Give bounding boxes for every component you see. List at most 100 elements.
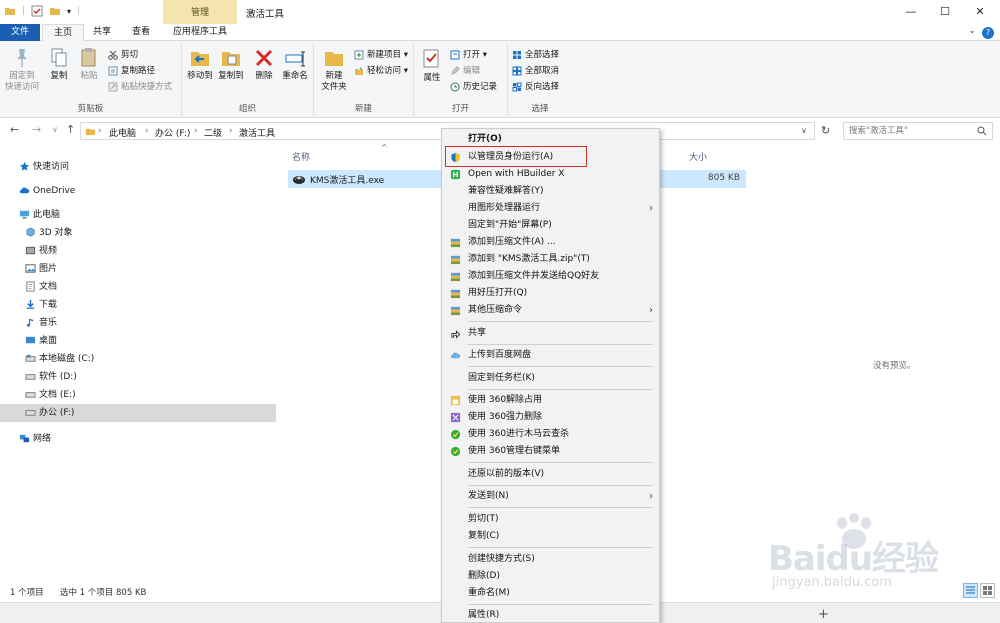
tab-application-tools[interactable]: 应用程序工具 — [163, 24, 237, 41]
menu-item-create-shortcut[interactable]: 创建快捷方式(S) — [442, 551, 659, 568]
paste-shortcut-button[interactable]: 粘贴快捷方式 — [108, 80, 172, 94]
column-header-name[interactable]: 名称 — [292, 150, 310, 163]
menu-item-360-unlock[interactable]: 使用 360解除占用 — [442, 392, 659, 409]
cut-button[interactable]: 剪切 — [108, 48, 138, 62]
refresh-icon[interactable]: ↻ — [821, 124, 830, 137]
menu-item-compat-troubleshoot[interactable]: 兼容性疑难解答(Y) — [442, 183, 659, 200]
menu-item-cut[interactable]: 剪切(T) — [442, 511, 659, 528]
paste-button[interactable]: 粘贴 — [76, 47, 102, 82]
move-to-button[interactable]: 移动到 — [185, 47, 215, 82]
large-icons-view-button[interactable] — [980, 583, 995, 598]
pin-quick-access-button[interactable]: 固定到 快速访问 — [4, 47, 40, 93]
menu-item-other-compress[interactable]: 其他压缩命令 › — [442, 302, 659, 319]
menu-separator — [468, 507, 653, 508]
menu-item-open-with-hbuilderx[interactable]: Open with HBuilder X — [442, 166, 659, 183]
menu-item-pin-to-start[interactable]: 固定到"开始"屏幕(P) — [442, 217, 659, 234]
tab-file[interactable]: 文件 — [0, 24, 40, 41]
copy-button[interactable]: 复制 — [46, 47, 72, 82]
breadcrumb-this-pc[interactable]: 此电脑 — [109, 126, 136, 139]
sidebar-item-downloads[interactable]: 下载 — [0, 296, 276, 314]
up-arrow-icon[interactable]: ↑ — [66, 123, 75, 136]
close-button[interactable]: ✕ — [958, 0, 1000, 24]
sidebar-item-music[interactable]: 音乐 — [0, 314, 276, 332]
sidebar-item-network[interactable]: 网络 — [0, 430, 276, 448]
context-tab-manage: 管理 — [163, 0, 237, 24]
address-dropdown-icon[interactable]: ∨ — [801, 126, 807, 135]
menu-item-rename[interactable]: 重命名(M) — [442, 585, 659, 602]
sidebar-item-drive-c[interactable]: 本地磁盘 (C:) — [0, 350, 276, 368]
sidebar-item-desktop[interactable]: 桌面 — [0, 332, 276, 350]
menu-item-share[interactable]: 共享 — [442, 325, 659, 342]
menu-item-360-trojan-scan[interactable]: 使用 360进行木马云查杀 — [442, 426, 659, 443]
breadcrumb-drive-f[interactable]: 办公 (F:) — [155, 126, 190, 139]
large-icons-view-icon — [983, 586, 992, 595]
qat-dropdown-icon[interactable]: ▾ — [67, 7, 71, 16]
sidebar-item-documents[interactable]: 文档 — [0, 278, 276, 296]
menu-item-360-manage-menu[interactable]: 使用 360管理右键菜单 — [442, 443, 659, 460]
group-label-open: 打开 — [451, 104, 469, 114]
tab-share[interactable]: 共享 — [84, 24, 120, 41]
delete-label: 删除 — [255, 71, 273, 81]
tab-view[interactable]: 查看 — [122, 24, 160, 41]
rename-button[interactable]: 重命名 — [280, 47, 310, 82]
file-size: 805 KB — [707, 173, 740, 183]
easy-access-button[interactable]: 轻松访问 ▾ — [354, 64, 408, 78]
tab-home[interactable]: 主页 — [42, 24, 84, 42]
menu-separator — [468, 389, 653, 390]
back-arrow-icon[interactable]: ← — [10, 123, 19, 136]
menu-item-add-to-zip[interactable]: 添加到 "KMS激活工具.zip"(T) — [442, 251, 659, 268]
properties-button[interactable]: 属性 — [419, 47, 445, 84]
sidebar-item-3d-objects[interactable]: 3D 对象 — [0, 224, 276, 242]
plus-icon[interactable]: + — [818, 607, 829, 622]
new-folder-button[interactable]: 新建 文件夹 — [318, 47, 350, 93]
sidebar-item-this-pc[interactable]: 此电脑 — [0, 206, 276, 224]
sidebar-item-pictures[interactable]: 图片 — [0, 260, 276, 278]
breadcrumb-level2[interactable]: 二级 — [204, 126, 222, 139]
chevron-down-icon[interactable]: ⌄ — [968, 26, 976, 36]
menu-item-copy[interactable]: 复制(C) — [442, 528, 659, 545]
copy-path-button[interactable]: 复制路径 — [108, 64, 155, 78]
invert-selection-button[interactable]: 反向选择 — [512, 80, 559, 94]
submenu-arrow-icon: › — [649, 203, 653, 214]
help-icon[interactable]: ? — [982, 27, 994, 39]
sidebar-item-videos[interactable]: 视频 — [0, 242, 276, 260]
column-header-size[interactable]: 大小 — [689, 150, 707, 163]
new-item-button[interactable]: 新建项目 ▾ — [354, 48, 408, 62]
menu-item-send-to[interactable]: 发送到(N) › — [442, 488, 659, 505]
properties-check-icon[interactable] — [31, 5, 43, 17]
sidebar-item-drive-e[interactable]: 文档 (E:) — [0, 386, 276, 404]
menu-item-delete[interactable]: 删除(D) — [442, 568, 659, 585]
select-all-button[interactable]: 全部选择 — [512, 48, 559, 62]
sidebar-item-drive-f[interactable]: 办公 (F:) — [0, 404, 276, 422]
menu-item-properties[interactable]: 属性(R) — [442, 607, 659, 623]
menu-item-upload-baidu-pan[interactable]: 上传到百度网盘 — [442, 347, 659, 364]
sidebar-item-drive-d[interactable]: 软件 (D:) — [0, 368, 276, 386]
open-button[interactable]: 打开 ▾ — [450, 48, 487, 62]
recent-locations-chevron-icon[interactable]: ∨ — [52, 125, 58, 134]
menu-item-pin-to-taskbar[interactable]: 固定到任务栏(K) — [442, 370, 659, 387]
sidebar-item-quick-access[interactable]: 快速访问 — [0, 158, 276, 176]
search-input[interactable]: 搜索"激活工具" — [843, 122, 993, 140]
watermark-text: Baidu经验 — [768, 539, 939, 579]
history-button[interactable]: 历史记录 — [450, 80, 497, 94]
menu-item-360-force-delete[interactable]: 使用 360强力删除 — [442, 409, 659, 426]
360-unlock-icon — [450, 395, 461, 406]
select-none-button[interactable]: 全部取消 — [512, 64, 559, 78]
menu-item-add-to-archive[interactable]: 添加到压缩文件(A) ... — [442, 234, 659, 251]
new-folder-icon[interactable] — [49, 5, 61, 17]
edit-button[interactable]: 编辑 — [450, 64, 480, 78]
sidebar-item-label: 软件 (D:) — [39, 372, 77, 382]
menu-item-archive-send-qq[interactable]: 添加到压缩文件并发送给QQ好友 — [442, 268, 659, 285]
menu-item-restore-previous[interactable]: 还原以前的版本(V) — [442, 466, 659, 483]
forward-arrow-icon[interactable]: → — [32, 123, 41, 136]
sidebar-item-onedrive[interactable]: OneDrive — [0, 182, 276, 200]
new-item-icon — [354, 50, 364, 60]
folder-icon[interactable] — [4, 5, 16, 17]
breadcrumb-current-folder[interactable]: 激活工具 — [239, 126, 275, 139]
delete-button[interactable]: 删除 — [252, 47, 276, 82]
copy-to-button[interactable]: 复制到 — [216, 47, 246, 82]
archive-icon — [450, 306, 461, 316]
menu-item-run-with-gpu[interactable]: 用图形处理器运行 › — [442, 200, 659, 217]
drive-icon — [25, 354, 36, 362]
menu-item-open-with-haozip[interactable]: 用好压打开(Q) — [442, 285, 659, 302]
